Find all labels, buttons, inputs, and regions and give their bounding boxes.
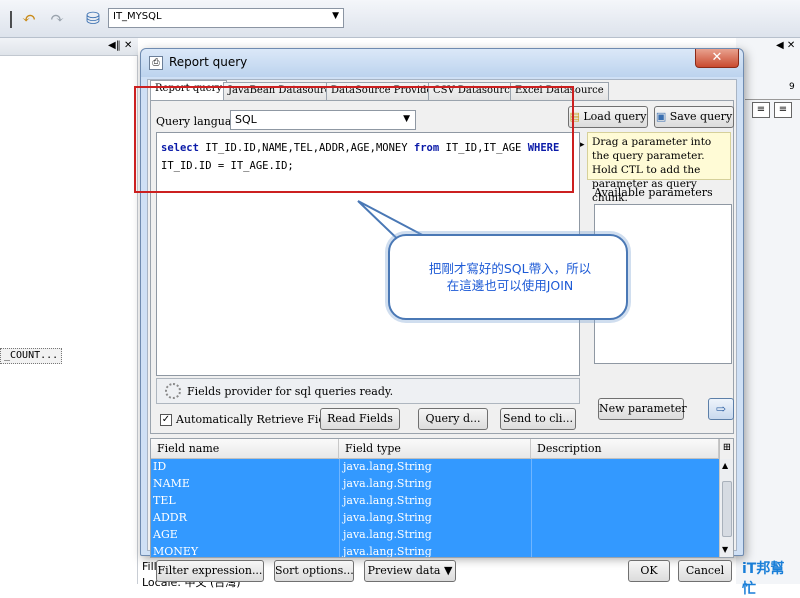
field-name-cell: TEL [153,494,176,507]
field-type-cell: java.lang.String [343,494,432,507]
pin-icon[interactable]: ◀‖ [108,40,121,51]
dialog-titlebar: ⎙ Report query ✕ [141,49,743,77]
column-header-field-type[interactable]: Field type [339,439,531,459]
column-chooser-icon[interactable]: ⊞ [719,439,733,459]
count-variable-item[interactable]: _COUNT... [0,348,63,364]
align-center-icon[interactable]: ≡ [752,102,770,118]
align-right-icon[interactable]: ≡ [774,102,792,118]
load-query-button[interactable]: ▤ Load query [568,106,648,128]
table-row[interactable]: TEL java.lang.String [151,493,719,510]
close-button[interactable]: ✕ [695,49,739,68]
column-header-description[interactable]: Description [531,439,719,459]
cell-separator [339,544,340,557]
parameter-hint: Drag a parameter into the query paramete… [587,132,731,204]
chevron-down-icon: ▼ [332,11,339,21]
cancel-button[interactable]: Cancel [678,560,732,582]
scroll-thumb[interactable] [722,481,732,537]
cell-separator [339,510,340,527]
format-toolbar-area: ◀ ✕ ≡ ≡ [736,38,800,584]
filter-expression-button[interactable]: Filter expression... [156,560,264,582]
scroll-down-icon[interactable]: ▼ [722,545,728,554]
field-type-cell: java.lang.String [343,545,432,558]
preview-data-button[interactable]: Preview data ▼ [364,560,456,582]
cell-separator [531,493,532,510]
scroll-up-icon[interactable]: ▲ [722,461,728,470]
column-header-field-name[interactable]: Field name [151,439,339,459]
table-row[interactable]: ADDR java.lang.String [151,510,719,527]
field-name-cell: MONEY [153,545,199,558]
save-query-button[interactable]: ▣ Save query [654,106,734,128]
vertical-scrollbar[interactable]: ▲ ▼ [719,459,733,557]
datasource-icon[interactable]: ⛁ [82,8,104,30]
report-inspector-panel: ◀‖ ✕ _COUNT... [0,38,138,584]
cell-separator [531,459,532,476]
table-row[interactable]: NAME java.lang.String [151,476,719,493]
available-parameters-label: Available parameters [594,186,713,199]
table-row[interactable]: MONEY java.lang.String [151,544,719,558]
annotation-callout: 把剛才寫好的SQL帶入，所以 在這邊也可以使用JOIN [388,234,628,320]
field-type-cell: java.lang.String [343,477,432,490]
read-fields-button[interactable]: Read Fields [320,408,400,430]
field-type-cell: java.lang.String [343,460,432,473]
cell-separator [531,476,532,493]
report-icon: ⎙ [149,56,163,70]
table-row[interactable]: ID java.lang.String [151,459,719,476]
auto-retrieve-label: Automatically Retrieve Fields [176,413,342,426]
triangle-down-icon: ▼ [443,564,453,577]
main-toolbar: | ↶ ↷ ⛁ IT_MYSQL ▼ [0,0,800,38]
sql-highlight-box [134,86,574,193]
callout-text: 把剛才寫好的SQL帶入，所以 在這邊也可以使用JOIN [428,261,592,293]
status-text: Fields provider for sql queries ready. [187,385,394,398]
fields-table: Field name Field type Description ⊞ ID ja… [150,438,734,558]
query-designer-button[interactable]: Query d... [418,408,488,430]
auto-retrieve-checkbox[interactable]: ✓ [160,414,172,426]
field-name-cell: NAME [153,477,190,490]
field-type-cell: java.lang.String [343,511,432,524]
new-parameter-button[interactable]: New parameter [598,398,687,420]
datasource-select[interactable]: IT_MYSQL ▼ [108,8,344,28]
insert-parameter-button[interactable]: ⇨ [708,398,734,420]
arrow-right-icon: ⇨ [715,402,727,416]
cell-separator [339,493,340,510]
cell-separator [531,527,532,544]
field-name-cell: AGE [153,528,178,541]
dialog-title: Report query [169,55,248,69]
collapse-arrow-icon[interactable]: ▸ [580,140,585,150]
spinner-icon [165,383,181,399]
cell-separator [339,476,340,493]
ok-button[interactable]: OK [628,560,670,582]
close-icon[interactable]: ✕ [124,40,132,51]
save-icon: ▣ [655,110,667,123]
sort-options-button[interactable]: Sort options... [274,560,354,582]
ruler: 9 [745,82,800,100]
send-to-clipboard-button[interactable]: Send to cli... [500,408,576,430]
datasource-select-value: IT_MYSQL [113,11,162,22]
cell-separator [531,544,532,557]
panel-close-icon[interactable]: ◀ ✕ [776,40,795,51]
panel-header: ◀‖ ✕ [0,38,138,56]
cell-separator [531,510,532,527]
fields-provider-status: Fields provider for sql queries ready. [156,378,580,404]
redo-icon[interactable]: ↷ [46,8,68,30]
field-name-cell: ADDR [153,511,187,524]
undo-icon[interactable]: ↶ [18,8,40,30]
field-type-cell: java.lang.String [343,528,432,541]
cell-separator [339,459,340,476]
cell-separator [339,527,340,544]
field-name-cell: ID [153,460,167,473]
table-row[interactable]: AGE java.lang.String [151,527,719,544]
ruler-mark: 9 [789,82,795,92]
